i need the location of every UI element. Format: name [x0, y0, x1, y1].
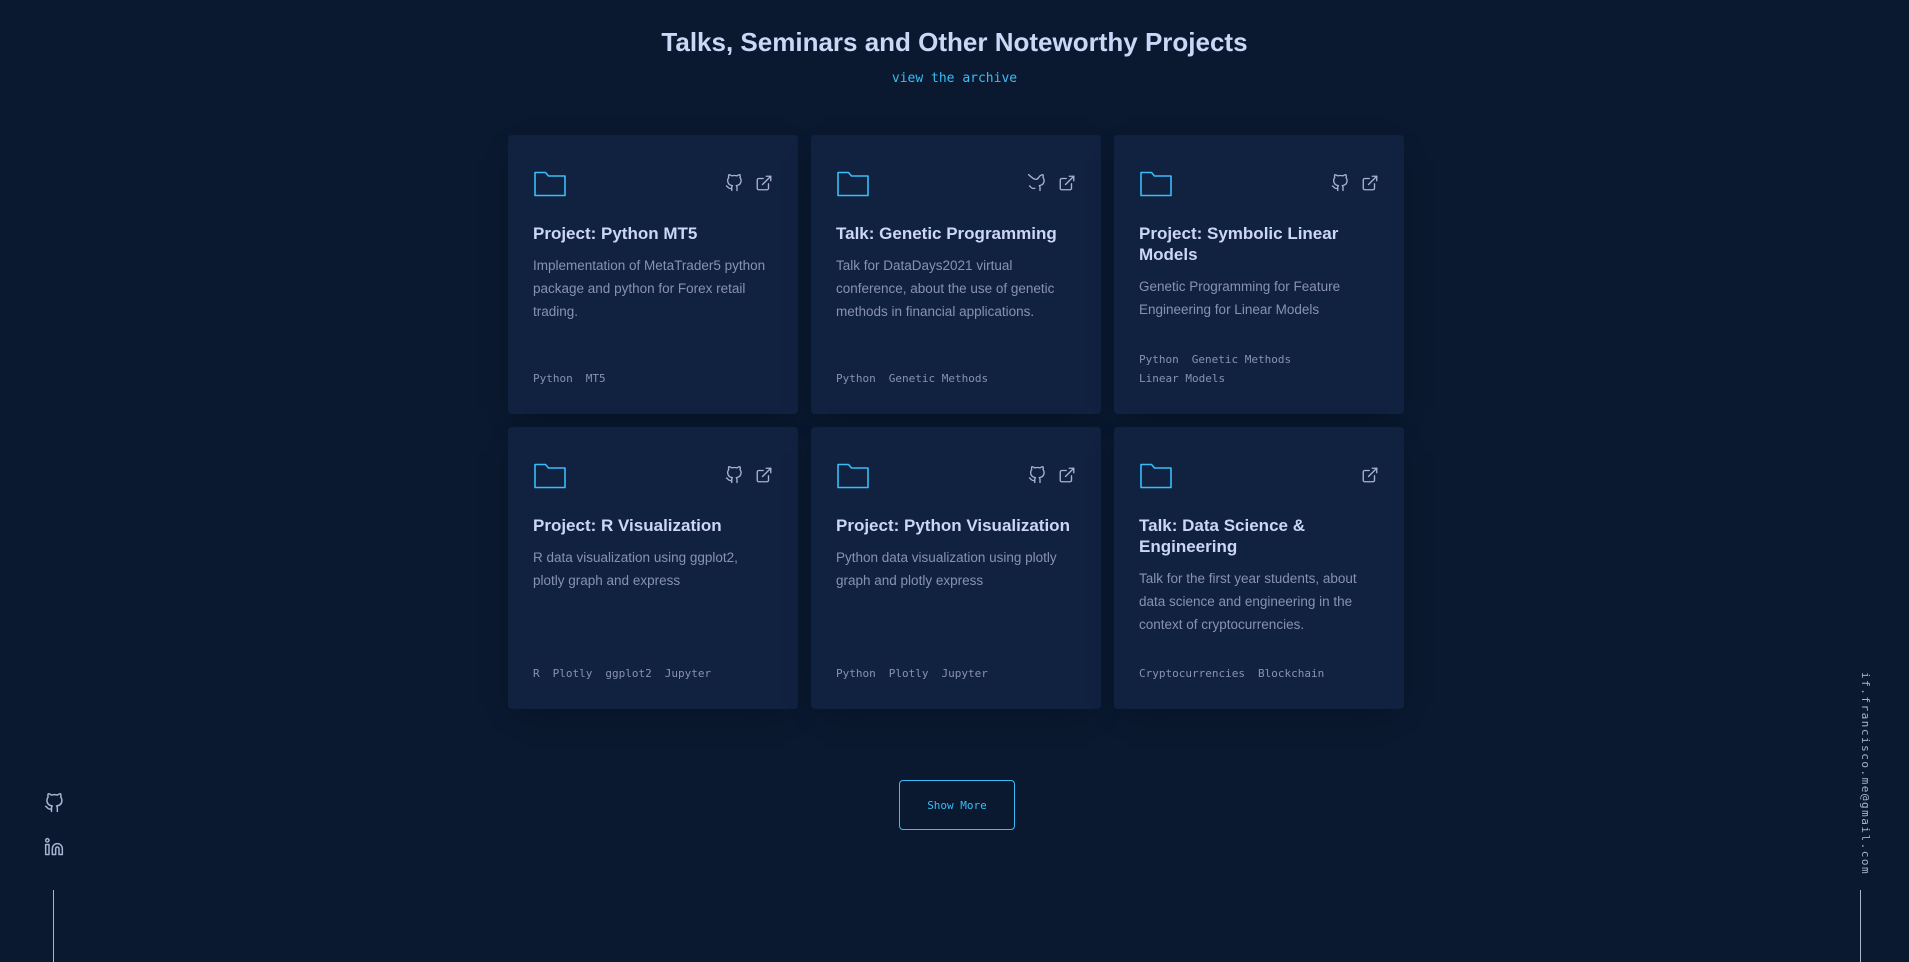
project-card[interactable]: Project: Symbolic Linear Models Genetic … [1114, 135, 1404, 414]
external-link-icon[interactable] [1361, 466, 1379, 484]
project-description: Implementation of MetaTrader5 python pac… [533, 258, 766, 319]
folder-icon [837, 171, 869, 197]
external-link-icon[interactable] [1058, 466, 1076, 484]
project-description: Genetic Programming for Feature Engineer… [1139, 279, 1341, 317]
section-title: Talks, Seminars and Other Noteworthy Pro… [661, 27, 1248, 57]
tech-tag: Jupyter [664, 667, 712, 680]
tech-tag: Python [836, 667, 876, 680]
tech-list: Python MT5 [533, 371, 773, 386]
tech-list: Cryptocurrencies Blockchain [1139, 666, 1379, 681]
folder-icon [1140, 171, 1172, 197]
tech-tag: Blockchain [1257, 667, 1325, 680]
tech-list: Python Genetic Methods Linear Models [1139, 352, 1379, 386]
tech-tag: Plotly [552, 667, 593, 680]
project-card[interactable]: Project: R Visualization R data visualiz… [508, 427, 798, 709]
project-card[interactable]: Project: Python MT5 Implementation of Me… [508, 135, 798, 414]
project-description: R data visualization using ggplot2, plot… [533, 550, 738, 588]
external-link-icon[interactable] [755, 174, 773, 192]
project-title[interactable]: Talk: Genetic Programming [836, 223, 1076, 244]
folder-icon [534, 463, 566, 489]
external-link-icon[interactable] [755, 466, 773, 484]
tech-list: Python Plotly Jupyter [836, 666, 1076, 681]
project-description: Talk for the first year students, about … [1139, 571, 1357, 632]
tech-tag: Linear Models [1139, 372, 1226, 385]
project-card[interactable]: Talk: Data Science & Engineering Talk fo… [1114, 427, 1404, 709]
project-card[interactable]: Project: Python Visualization Python dat… [811, 427, 1101, 709]
tech-tag: R [533, 667, 540, 680]
project-card[interactable]: Talk: Genetic Programming Talk for DataD… [811, 135, 1101, 414]
page: Talks, Seminars and Other Noteworthy Pro… [0, 0, 1909, 962]
show-more-button[interactable]: Show More [899, 780, 1015, 830]
tech-tag: Plotly [888, 667, 929, 680]
tech-tag: Python [1139, 353, 1179, 366]
project-description: Talk for DataDays2021 virtual conference… [836, 258, 1055, 319]
tech-tag: Genetic Methods [1191, 353, 1292, 366]
github-icon[interactable] [1028, 174, 1046, 192]
linkedin-icon[interactable] [44, 837, 64, 857]
github-icon[interactable] [44, 793, 64, 813]
folder-icon [1140, 463, 1172, 489]
tech-tag: Genetic Methods [888, 372, 989, 385]
github-icon[interactable] [725, 174, 743, 192]
tech-list: R Plotly ggplot2 Jupyter [533, 666, 773, 681]
tech-tag: Python [836, 372, 876, 385]
right-divider-line [1860, 890, 1861, 962]
folder-icon [534, 171, 566, 197]
project-description: Python data visualization using plotly g… [836, 550, 1057, 588]
left-divider-line [53, 890, 54, 962]
project-title[interactable]: Project: Python MT5 [533, 223, 773, 244]
tech-tag: Jupyter [941, 667, 988, 680]
github-icon[interactable] [725, 466, 743, 484]
folder-icon [837, 463, 869, 489]
view-archive-link[interactable]: view the archive [0, 70, 1909, 88]
tech-tag: MT5 [585, 372, 606, 385]
project-title[interactable]: Project: Python Visualization [836, 515, 1076, 536]
external-link-icon[interactable] [1058, 174, 1076, 192]
github-icon[interactable] [1331, 174, 1349, 192]
tech-tag: Python [533, 372, 573, 385]
tech-list: Python Genetic Methods [836, 371, 1076, 386]
social-links [42, 793, 66, 857]
projects-grid: Project: Python MT5 Implementation of Me… [508, 135, 1405, 709]
email-link[interactable]: if.francisco.me@gmail.com [1848, 672, 1872, 875]
project-title[interactable]: Project: R Visualization [533, 515, 773, 536]
project-title[interactable]: Talk: Data Science & Engineering [1139, 515, 1379, 557]
tech-tag: Cryptocurrencies [1139, 667, 1245, 680]
external-link-icon[interactable] [1361, 174, 1379, 192]
tech-tag: ggplot2 [605, 667, 652, 680]
project-title[interactable]: Project: Symbolic Linear Models [1139, 223, 1379, 265]
github-icon[interactable] [1028, 466, 1046, 484]
